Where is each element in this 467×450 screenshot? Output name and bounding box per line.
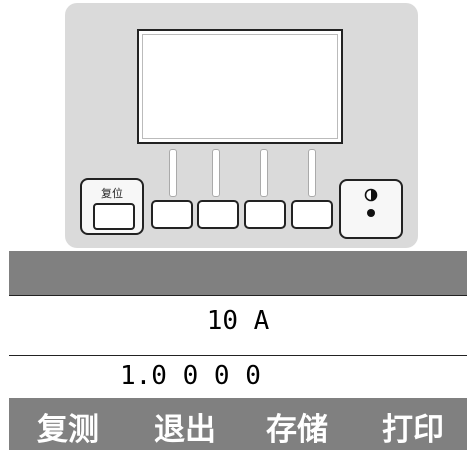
value-row: 1.0 0 0 0 (9, 356, 467, 398)
softkey-label-bar: 复测 退出 存储 打印 (9, 398, 467, 450)
softkey-4-button[interactable] (291, 200, 333, 229)
test-current-readout: 10 A (206, 306, 270, 336)
softkey-indicator-3 (260, 149, 268, 197)
softkey-print-label[interactable]: 打印 (368, 404, 458, 449)
softkey-exit-label[interactable]: 退出 (140, 404, 230, 449)
softkey-indicator-4 (308, 149, 316, 197)
contrast-button[interactable] (339, 179, 403, 239)
softkey-2-button[interactable] (197, 200, 239, 229)
current-row: 10 A (9, 295, 467, 356)
display-header-bar (9, 251, 467, 295)
softkey-indicator-2 (212, 149, 220, 197)
softkey-indicator-1 (169, 149, 177, 197)
softkey-save-label[interactable]: 存储 (252, 404, 342, 449)
reset-button-face (93, 203, 135, 230)
softkey-3-button[interactable] (244, 200, 286, 229)
softkey-retest-label[interactable]: 复测 (23, 404, 113, 449)
reset-button[interactable]: 复位 (80, 178, 144, 235)
measurement-readout: 1.0 0 0 0 (120, 361, 261, 391)
softkey-1-button[interactable] (151, 200, 193, 229)
contrast-icon (364, 188, 378, 217)
lcd-screen (137, 29, 343, 144)
reset-button-label: 复位 (101, 187, 123, 200)
